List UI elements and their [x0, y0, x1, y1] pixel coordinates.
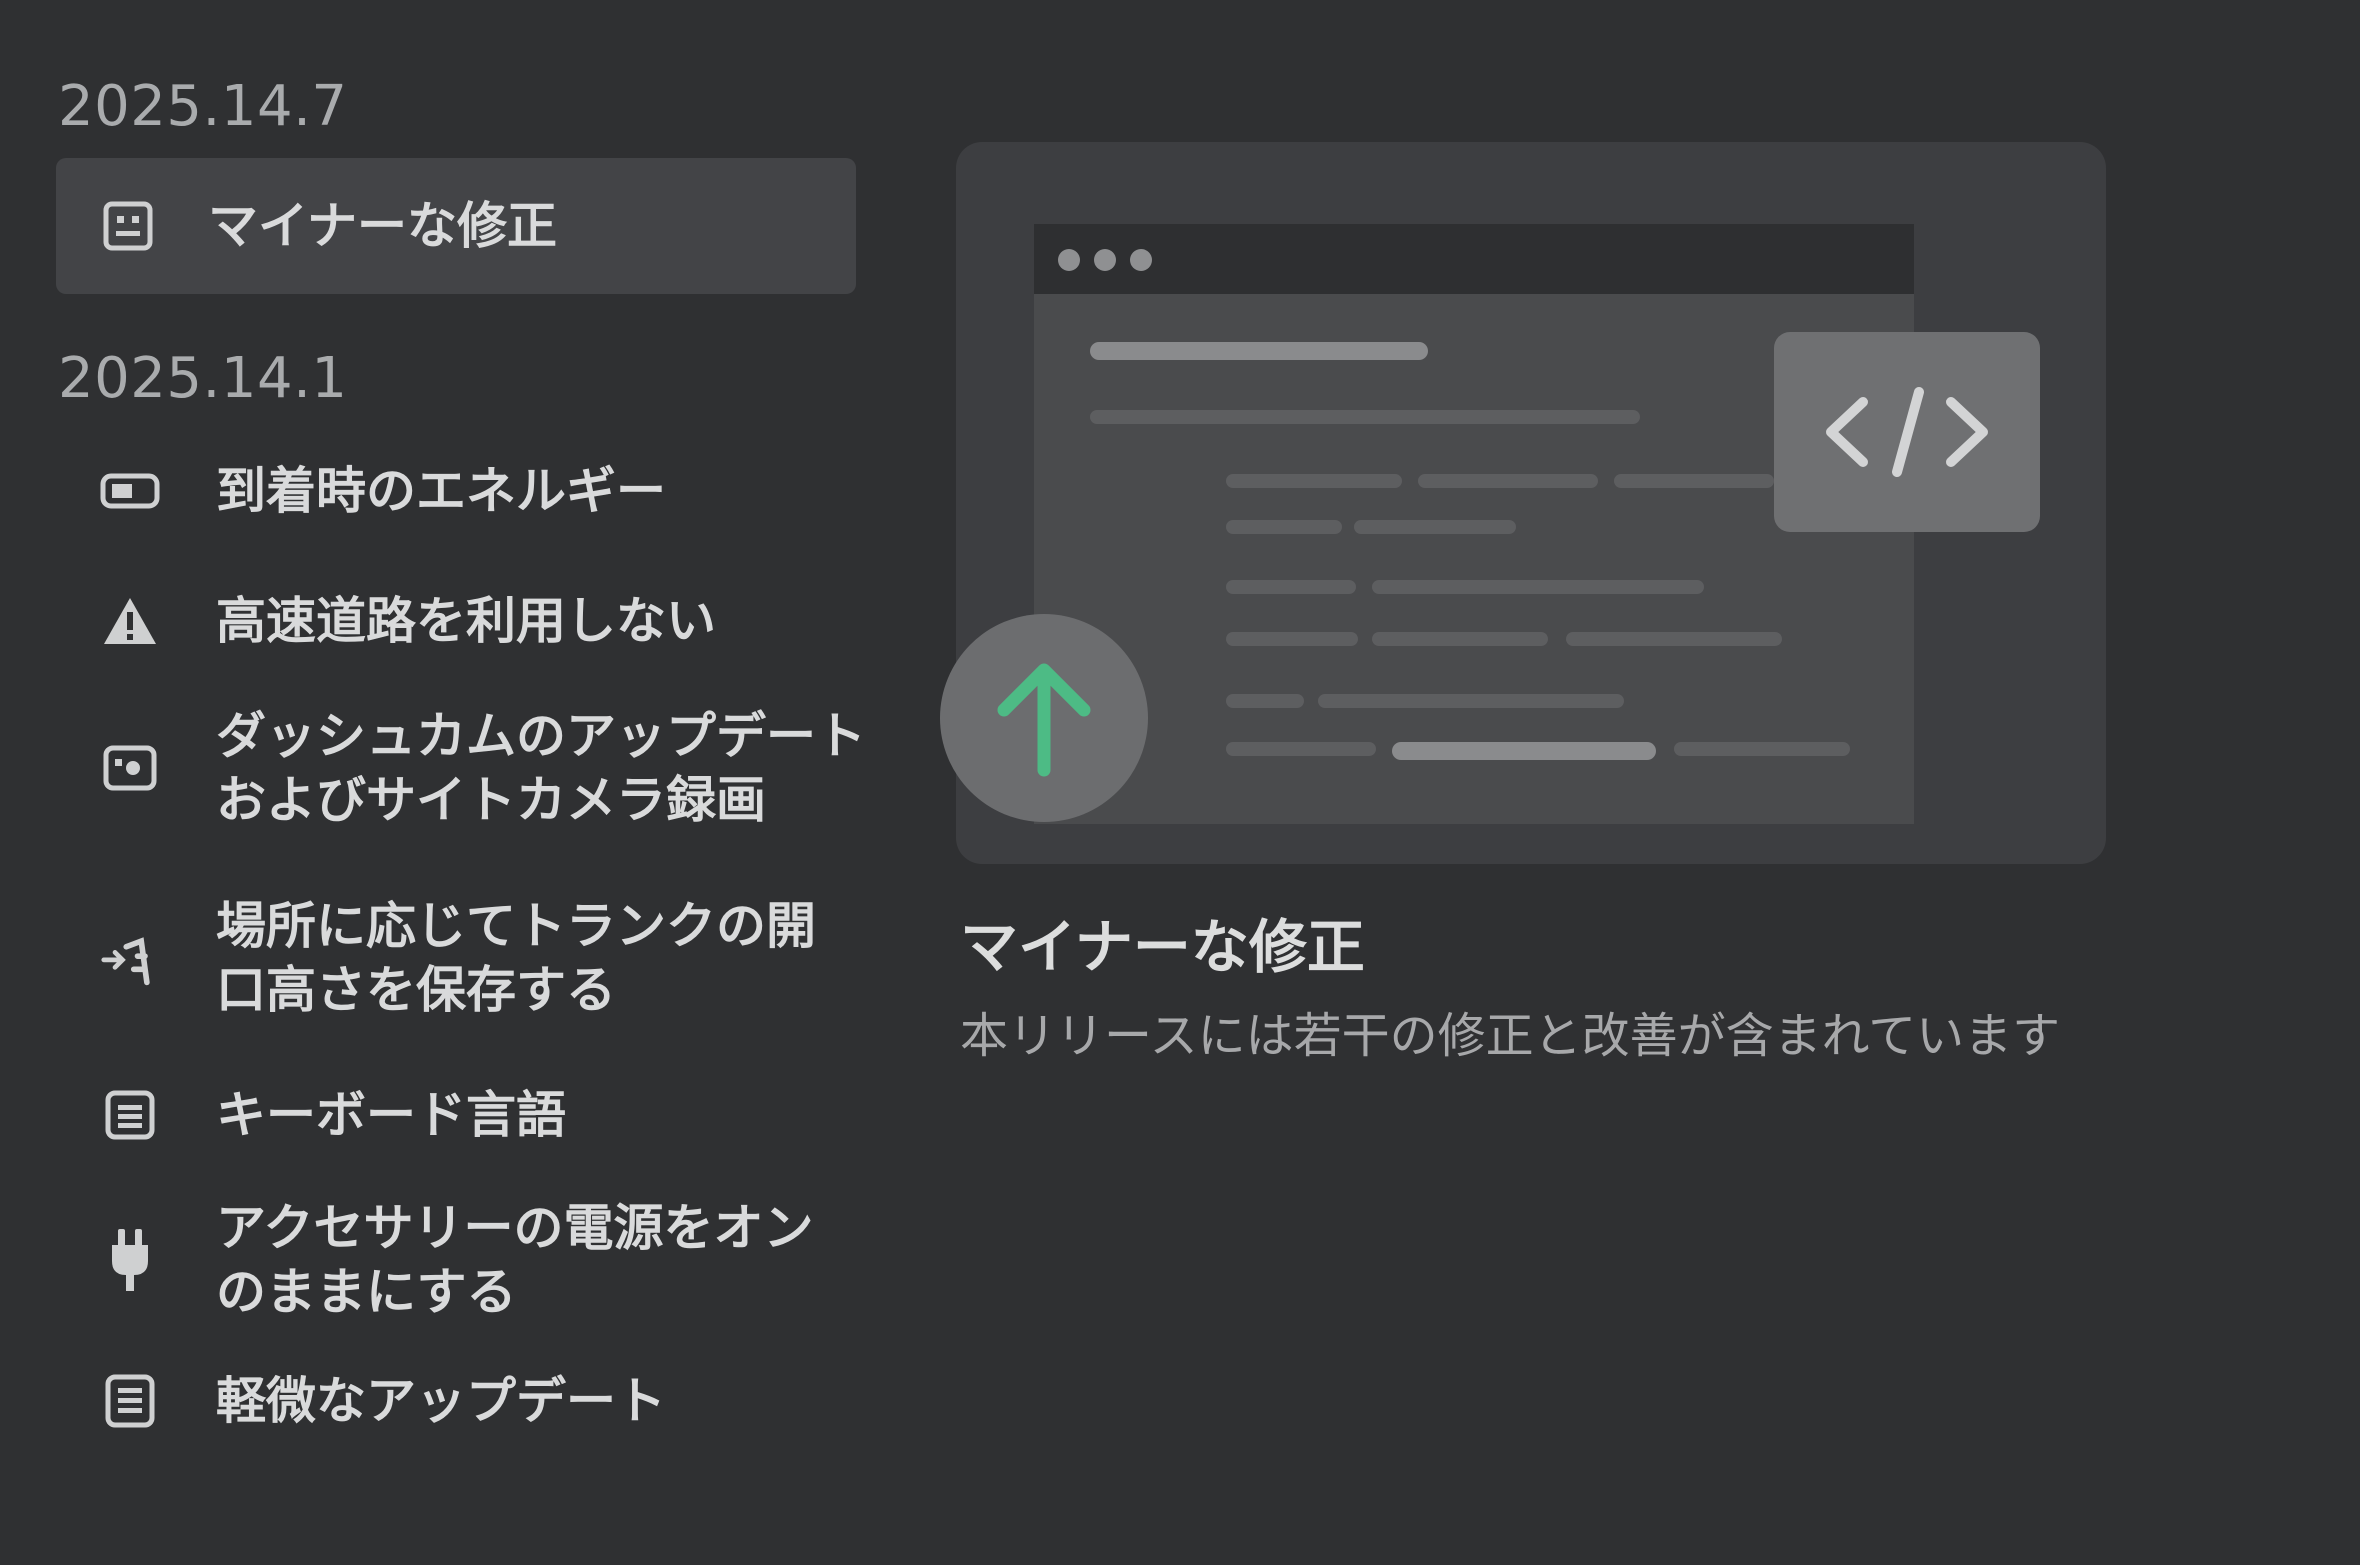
placeholder-line: [1354, 520, 1516, 534]
release-item-trunk-height[interactable]: 場所に応じてトランクの開 口高さを保存する: [56, 894, 876, 1022]
placeholder-line: [1090, 410, 1640, 424]
release-item-label: 高速道路を利用しない: [216, 592, 716, 650]
release-item-label: アクセサリーの電源をオン のままにする: [216, 1199, 814, 1321]
warning-icon: [100, 591, 160, 651]
placeholder-line: [1566, 632, 1782, 646]
release-item-label: 到着時のエネルギー: [216, 462, 666, 520]
release-item-minor-updates[interactable]: 軽微なアップデート: [56, 1362, 876, 1440]
code-tile: [1774, 332, 2040, 532]
placeholder-line: [1226, 580, 1356, 594]
release-notes-icon: [98, 196, 158, 256]
release-item-label: キーボード言語: [216, 1086, 566, 1144]
placeholder-line: [1090, 342, 1428, 360]
browser-title-bar: [1034, 224, 1914, 294]
window-dot: [1058, 249, 1080, 271]
release-item-dashcam-update[interactable]: ダッシュカムのアップデート およびサイトカメラ録画: [56, 704, 876, 832]
placeholder-line: [1226, 632, 1358, 646]
detail-description: 本リリースには若干の修正と改善が含まれています: [960, 1008, 2061, 1064]
battery-icon: [100, 461, 160, 521]
placeholder-line: [1372, 632, 1548, 646]
placeholder-line: [1226, 742, 1376, 756]
placeholder-line: [1226, 694, 1304, 708]
code-icon: [1826, 387, 1988, 477]
placeholder-line: [1674, 742, 1850, 756]
placeholder-line: [1614, 474, 1774, 488]
release-item-label: 軽微なアップデート: [216, 1372, 666, 1430]
release-item-minor-fixes[interactable]: マイナーな修正: [56, 158, 856, 294]
release-item-label: 場所に応じてトランクの開 口高さを保存する: [216, 897, 816, 1019]
trunk-icon: [100, 928, 160, 988]
placeholder-line: [1392, 742, 1656, 760]
release-notes-sidebar: 2025.14.7 マイナーな修正 2025.14.1 到着時のエネルギー 高速…: [56, 68, 876, 1440]
release-item-label: ダッシュカムのアップデート およびサイトカメラ録画: [216, 707, 866, 829]
version-label: 2025.14.1: [58, 346, 348, 411]
placeholder-line: [1372, 580, 1704, 594]
release-item-avoid-highways[interactable]: 高速道路を利用しない: [56, 582, 876, 660]
camera-icon: [100, 738, 160, 798]
placeholder-line: [1418, 474, 1598, 488]
plug-icon: [100, 1229, 160, 1291]
keyboard-icon: [100, 1085, 160, 1145]
detail-title: マイナーな修正: [960, 913, 1365, 981]
release-item-arrival-energy[interactable]: 到着時のエネルギー: [56, 452, 876, 530]
release-item-label: マイナーな修正: [208, 197, 557, 255]
placeholder-line: [1318, 694, 1624, 708]
window-dot: [1094, 249, 1116, 271]
release-item-accessory-power[interactable]: アクセサリーの電源をオン のままにする: [56, 1196, 876, 1324]
arrow-up-icon: [997, 663, 1091, 777]
version-label: 2025.14.7: [58, 74, 348, 139]
placeholder-line: [1226, 474, 1402, 488]
list-icon: [100, 1371, 160, 1431]
release-item-keyboard-language[interactable]: キーボード言語: [56, 1076, 876, 1154]
upload-badge: [940, 614, 1148, 822]
window-dot: [1130, 249, 1152, 271]
placeholder-line: [1226, 520, 1342, 534]
